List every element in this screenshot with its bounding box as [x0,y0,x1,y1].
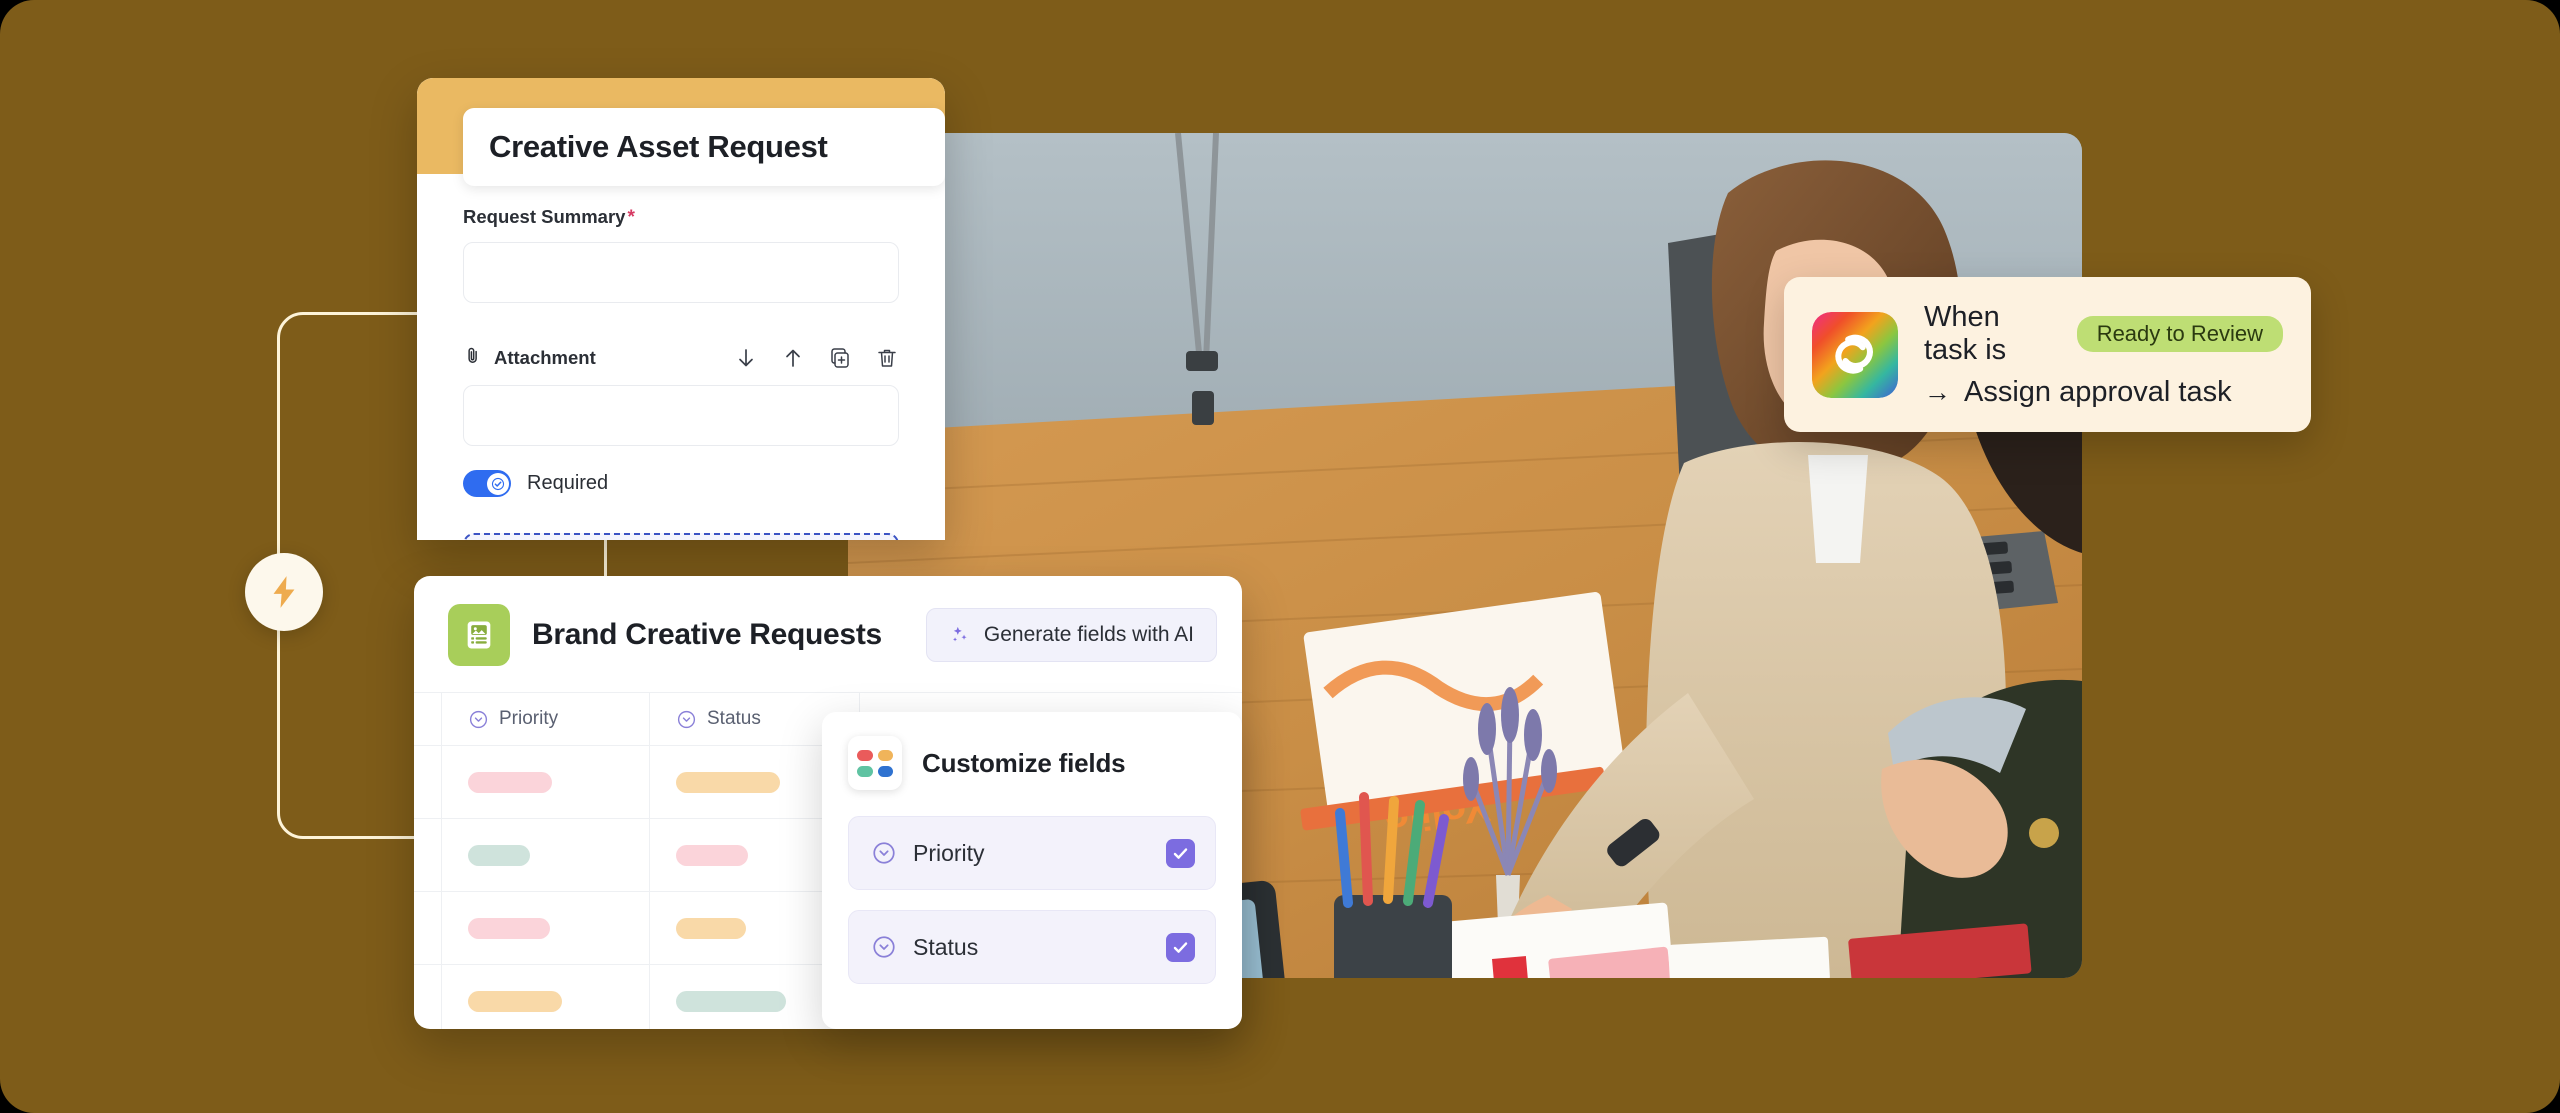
status-pill [676,771,780,793]
customize-field-label: Status [913,933,979,960]
request-summary-label: Request Summary * [463,206,899,228]
brand-panel-header: Brand Creative Requests Generate fields … [414,576,1242,692]
chevron-circle-icon [871,934,897,960]
column-label-priority: Priority [499,708,559,729]
request-summary-input[interactable] [463,242,899,303]
cell-priority[interactable] [442,965,650,1029]
customize-field-checkbox[interactable] [1166,838,1195,868]
lightning-bolt-icon [265,573,303,611]
form-title-text: Creative Asset Request [489,129,828,164]
automation-bolt-button[interactable] [245,553,323,631]
paperclip-icon [463,345,484,371]
required-toggle-label: Required [527,472,609,494]
brand-panel-title: Brand Creative Requests [532,618,882,651]
form-title-field[interactable]: Creative Asset Request [463,108,945,186]
form-builder-card: Creative Asset Request Request Summary * [417,78,945,540]
required-asterisk: * [627,206,635,228]
automation-action-row: → Assign approval task [1924,376,2283,409]
priority-pill [468,990,562,1012]
customize-field-item-priority[interactable]: Priority [848,816,1216,890]
row-gutter-cell [414,892,442,964]
automation-action-text: Assign approval task [1964,375,2232,408]
customize-fields-popover: Customize fields Priority Status [822,712,1242,1029]
customize-fields-header: Customize fields [848,736,1216,790]
column-header-priority[interactable]: Priority [442,693,650,745]
attachment-input[interactable] [463,385,899,446]
status-pill [676,990,786,1012]
automation-card[interactable]: When task is Ready to Review → Assign ap… [1784,277,2311,432]
customize-fields-title: Customize fields [922,747,1126,778]
row-gutter-cell [414,693,442,745]
toggle-knob [486,472,509,495]
move-up-icon[interactable] [781,346,805,370]
delete-icon[interactable] [875,346,899,370]
automation-trigger-text: When task is [1924,300,2007,366]
priority-pill [468,771,552,793]
move-down-icon[interactable] [734,346,758,370]
chevron-circle-icon [871,840,897,866]
cell-priority[interactable] [442,746,650,818]
customize-field-label: Priority [913,839,985,866]
cell-priority[interactable] [442,892,650,964]
required-toggle-row[interactable]: Required [463,470,899,497]
request-summary-label-text: Request Summary [463,206,626,227]
generate-fields-with-ai-button[interactable]: Generate fields with AI [925,608,1218,662]
row-gutter-cell [414,819,442,891]
color-pills-icon [848,736,902,790]
status-badge[interactable]: Ready to Review [2076,315,2283,352]
automation-trigger-row: When task is Ready to Review [1924,301,2283,367]
priority-pill [468,844,530,866]
cell-priority[interactable] [442,819,650,891]
status-pill [676,917,746,939]
field-drop-zone[interactable] [463,533,899,540]
customize-field-item-status[interactable]: Status [848,910,1216,984]
duplicate-icon[interactable] [828,346,852,370]
attachment-label: Attachment [494,347,596,368]
customize-field-checkbox[interactable] [1166,932,1195,962]
chevron-circle-icon [676,709,697,730]
row-gutter-cell [414,746,442,818]
arrow-right-icon: → [1924,376,1951,407]
priority-pill [468,917,550,939]
chevron-circle-icon [468,709,489,730]
adobe-creative-cloud-icon [1812,311,1898,398]
required-toggle[interactable] [463,470,511,497]
promo-composition: Yolilo Creative Asset Request Request Su… [0,0,2560,1113]
ai-button-label: Generate fields with AI [983,623,1195,646]
attachment-field-header: Attachment [463,345,899,371]
sparkles-icon [949,624,971,646]
image-list-icon [448,604,510,666]
status-pill [676,844,748,866]
column-label-status: Status [707,708,761,729]
row-gutter-cell [414,965,442,1029]
